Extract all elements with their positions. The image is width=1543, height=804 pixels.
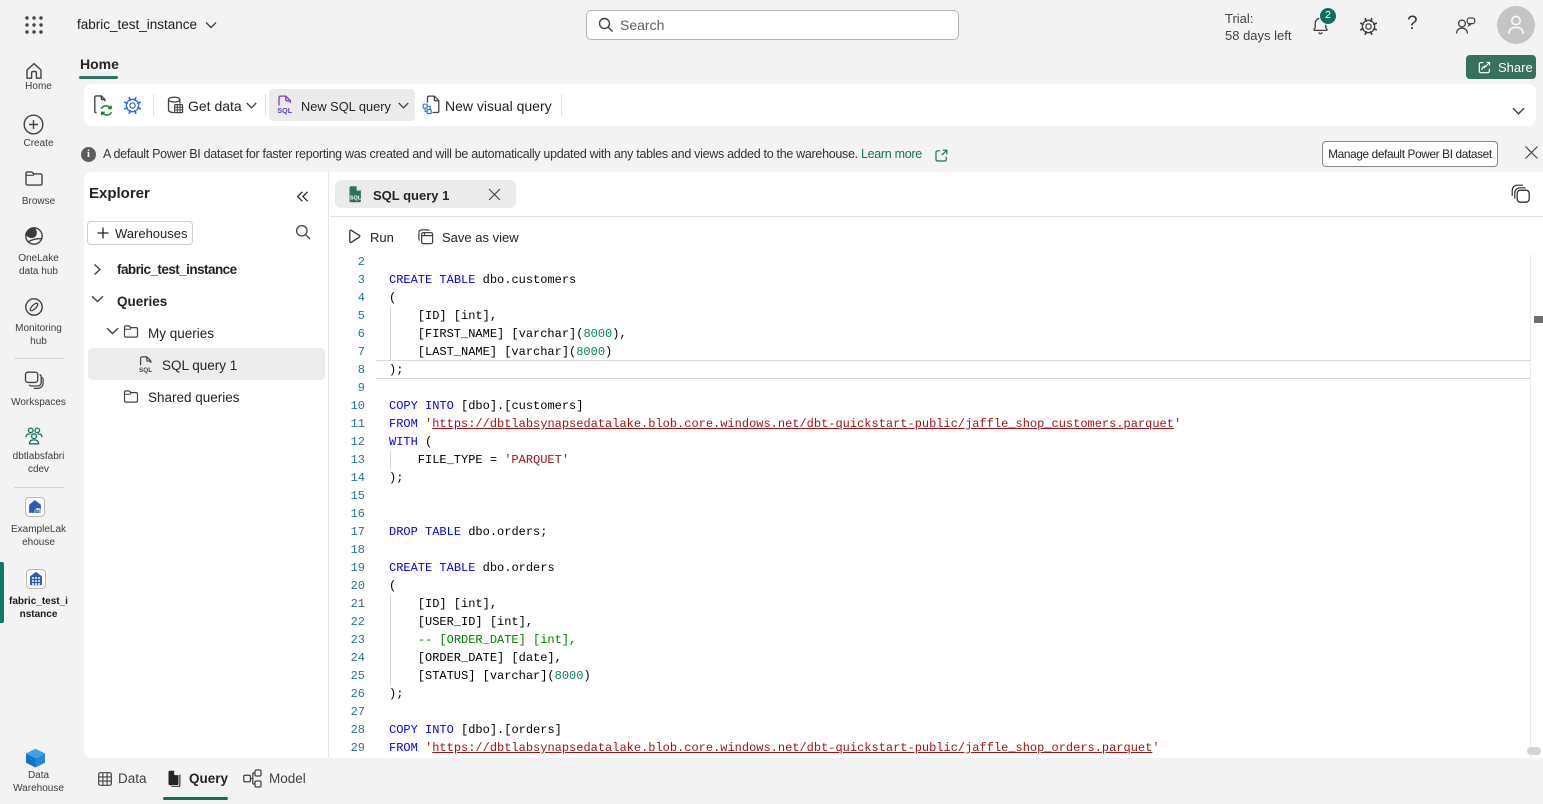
svg-text:SQL: SQL (277, 106, 292, 115)
svg-text:SQL: SQL (139, 367, 152, 374)
svg-text:SQL: SQL (350, 195, 362, 201)
